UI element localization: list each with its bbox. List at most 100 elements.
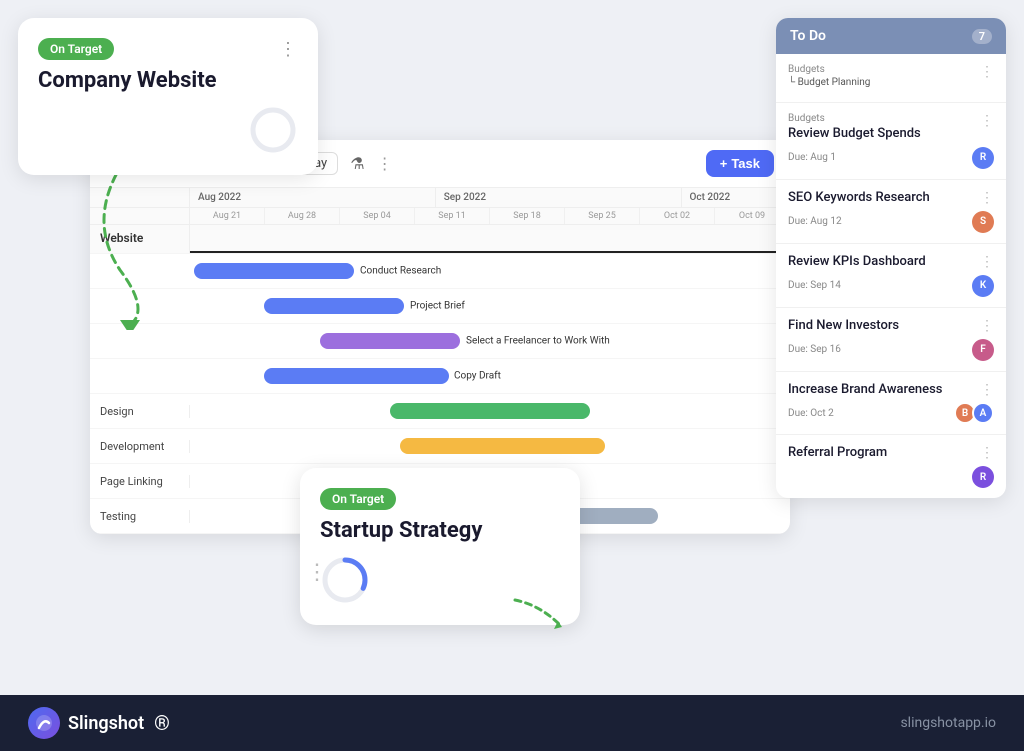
gantt-week-headers: Aug 21 Aug 28 Sep 04 Sep 11 Sep 18 Sep 2… <box>190 208 790 224</box>
conduct-research-task-label: Conduct Research <box>360 266 441 277</box>
todo-title-seo: SEO Keywords Research <box>788 190 976 207</box>
todo-header: To Do 7 <box>776 18 1006 54</box>
conduct-research-track: Conduct Research <box>190 254 790 288</box>
brand-url: slingshotapp.io <box>900 715 996 731</box>
todo-seo-header: SEO Keywords Research ⋮ <box>788 190 994 207</box>
week-sep04: Sep 04 <box>340 208 415 224</box>
brand-trademark: ® <box>154 711 170 735</box>
todo-items-list: Budgets └ Budget Planning ⋮ Budgets Revi… <box>776 54 1006 498</box>
brand-name: Slingshot <box>68 713 144 734</box>
startup-on-target-badge: On Target <box>320 488 396 510</box>
startup-strategy-title: Startup Strategy <box>320 518 560 543</box>
todo-title-brand: Increase Brand Awareness <box>788 382 976 399</box>
todo-referral-more-icon[interactable]: ⋮ <box>980 445 994 461</box>
page-linking-label: Page Linking <box>90 475 190 488</box>
copy-draft-track: Copy Draft <box>190 359 790 393</box>
todo-referral-header: Referral Program ⋮ <box>788 445 994 462</box>
todo-review-content: Budgets Review Budget Spends <box>788 113 925 143</box>
development-track <box>190 429 790 463</box>
design-bar[interactable] <box>390 403 590 419</box>
freelancer-bar[interactable] <box>320 333 460 349</box>
todo-kpi-more-icon[interactable]: ⋮ <box>980 254 994 270</box>
todo-item-budget-planning: Budgets └ Budget Planning ⋮ <box>776 54 1006 103</box>
todo-item-header: Budgets └ Budget Planning ⋮ <box>788 64 994 92</box>
todo-item-investors: Find New Investors ⋮ Due: Sep 16 F <box>776 308 1006 372</box>
todo-title-review-budget: Review Budget Spends <box>788 126 921 143</box>
todo-review-footer: Due: Aug 1 R <box>788 147 994 169</box>
company-website-card: On Target ⋮ Company Website <box>18 18 318 175</box>
development-label: Development <box>90 440 190 453</box>
progress-area <box>38 105 298 155</box>
month-oct-2022: Oct 2022 <box>682 188 791 207</box>
todo-sub-budget-planning: └ Budget Planning <box>788 77 870 88</box>
week-aug28: Aug 28 <box>265 208 340 224</box>
todo-due-sep16: Due: Sep 16 <box>788 344 841 355</box>
todo-avatar-brand2: A <box>972 402 994 424</box>
startup-dashed-arrow <box>510 595 570 635</box>
todo-referral-footer: R <box>788 466 994 488</box>
todo-title-kpi: Review KPIs Dashboard <box>788 254 976 271</box>
todo-category-budgets2: Budgets <box>788 113 925 124</box>
todo-avatar-kpi: K <box>972 275 994 297</box>
todo-item-more-icon[interactable]: ⋮ <box>980 64 994 80</box>
conduct-research-bar[interactable] <box>194 263 354 279</box>
week-sep25: Sep 25 <box>565 208 640 224</box>
todo-brand-footer: Due: Oct 2 B A <box>788 402 994 424</box>
todo-brand-more-icon[interactable]: ⋮ <box>980 382 994 398</box>
copy-draft-bar[interactable] <box>264 368 449 384</box>
todo-title-referral: Referral Program <box>788 445 976 462</box>
freelancer-track: Select a Freelancer to Work With <box>190 324 790 358</box>
slingshot-svg-icon <box>35 714 53 732</box>
week-oct02: Oct 02 <box>640 208 715 224</box>
todo-investors-more-icon[interactable]: ⋮ <box>980 318 994 334</box>
todo-brand-header: Increase Brand Awareness ⋮ <box>788 382 994 399</box>
project-brief-bar[interactable] <box>264 298 404 314</box>
todo-avatar-referral: R <box>972 466 994 488</box>
todo-avatar-investors: F <box>972 339 994 361</box>
gantt-months: Aug 2022 Sep 2022 Oct 2022 <box>190 188 790 207</box>
todo-item-seo: SEO Keywords Research ⋮ Due: Aug 12 S <box>776 180 1006 244</box>
on-target-badge: On Target <box>38 38 114 60</box>
add-task-button[interactable]: + Task <box>706 150 774 177</box>
gantt-row-copy-draft: Copy Draft <box>90 359 790 394</box>
todo-title: To Do <box>790 28 826 44</box>
todo-due-sep14: Due: Sep 14 <box>788 280 841 291</box>
bottom-bar: Slingshot ® slingshotapp.io <box>0 695 1024 751</box>
todo-item-content: Budgets └ Budget Planning <box>788 64 870 92</box>
month-sep-2022: Sep 2022 <box>436 188 682 207</box>
todo-title-investors: Find New Investors <box>788 318 976 335</box>
add-task-label: Task <box>731 156 760 171</box>
startup-card-dots[interactable]: ⋮ <box>306 560 330 585</box>
todo-avatar-group-brand: B A <box>954 402 994 424</box>
progress-ring-chart <box>248 105 298 155</box>
todo-count: 7 <box>972 29 992 44</box>
slingshot-logo-icon <box>28 707 60 739</box>
todo-seo-footer: Due: Aug 12 S <box>788 211 994 233</box>
todo-investors-footer: Due: Sep 16 F <box>788 339 994 361</box>
more-options-icon[interactable]: ⋮ <box>279 39 298 60</box>
todo-review-header: Budgets Review Budget Spends ⋮ <box>788 113 994 143</box>
startup-card-header: On Target <box>320 488 560 510</box>
todo-kpi-footer: Due: Sep 14 K <box>788 275 994 297</box>
development-bar[interactable] <box>400 438 605 454</box>
filter-icon[interactable]: ⚗ <box>350 154 364 173</box>
brand-logo: Slingshot ® <box>28 707 170 739</box>
copy-draft-task-label: Copy Draft <box>454 371 501 382</box>
todo-seo-more-icon[interactable]: ⋮ <box>980 190 994 206</box>
project-brief-track: Project Brief <box>190 289 790 323</box>
gantt-row-design: Design <box>90 394 790 429</box>
todo-due-aug12: Due: Aug 12 <box>788 216 842 227</box>
freelancer-task-label: Select a Freelancer to Work With <box>466 336 610 347</box>
card-header: On Target ⋮ <box>38 38 298 60</box>
todo-item-referral: Referral Program ⋮ R <box>776 435 1006 498</box>
testing-label: Testing <box>90 510 190 523</box>
more-icon[interactable]: ⋮ <box>377 154 393 173</box>
main-area: On Target ⋮ Company Website ☰ Timeline ▾… <box>0 0 1024 695</box>
week-sep18: Sep 18 <box>490 208 565 224</box>
design-label: Design <box>90 405 190 418</box>
todo-due-aug1: Due: Aug 1 <box>788 152 836 163</box>
week-sep11: Sep 11 <box>415 208 490 224</box>
plus-icon: + <box>720 156 728 171</box>
todo-item-kpi: Review KPIs Dashboard ⋮ Due: Sep 14 K <box>776 244 1006 308</box>
todo-review-more-icon[interactable]: ⋮ <box>980 113 994 129</box>
